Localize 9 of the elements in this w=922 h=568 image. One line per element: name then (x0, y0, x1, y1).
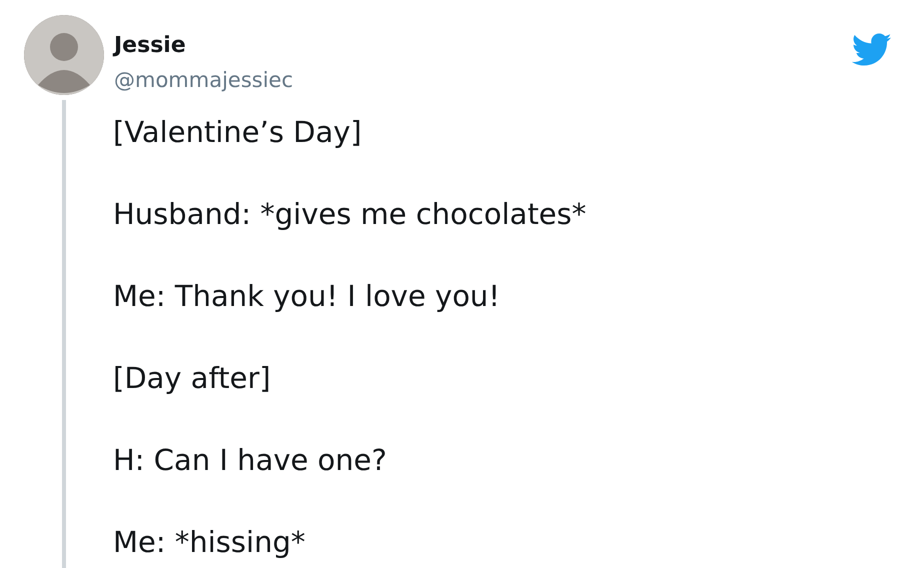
tweet-text-line: Husband: *gives me chocolates* (113, 196, 586, 233)
tweet-text-line: Me: *hissing* (113, 524, 306, 561)
author-name[interactable]: Jessie (114, 33, 294, 59)
tweet-text-line: Me: Thank you! I love you! (113, 278, 501, 315)
tweet-text-line: [Day after] (113, 360, 272, 397)
tweet-text-line: H: Can I have one? (113, 442, 388, 479)
bird-icon[interactable] (852, 33, 892, 67)
tweet-text-line: [Valentine’s Day] (113, 114, 363, 151)
author-handle[interactable]: @mommajessiec (114, 67, 294, 93)
